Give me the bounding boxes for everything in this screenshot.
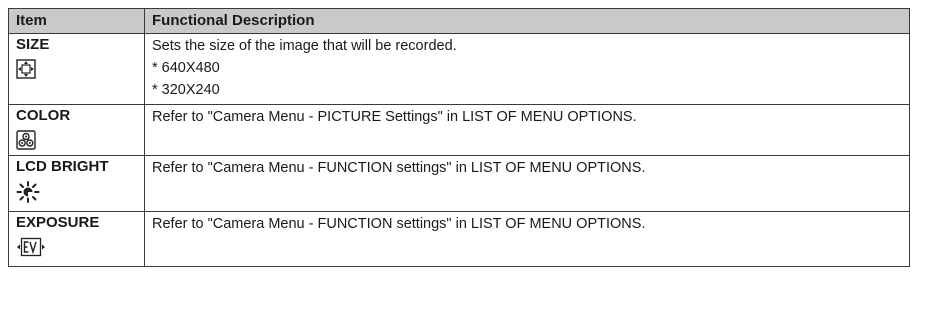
size-icon bbox=[16, 59, 144, 81]
item-cell: COLOR bbox=[8, 104, 145, 156]
description-line: * 640X480 bbox=[152, 60, 220, 76]
item-name: COLOR bbox=[16, 107, 71, 124]
item-cell: SIZE bbox=[8, 33, 145, 105]
table-row: COLOR Refer to "Camera Menu - PICTURE Se… bbox=[8, 104, 910, 156]
table-row: EXPOSURE Refer to "Camera Menu - FUNCTIO… bbox=[8, 211, 910, 267]
lcd-brightness-icon bbox=[16, 181, 144, 203]
table-row: LCD BRIGHT Refer to "Camera Menu - FUNCT… bbox=[8, 155, 910, 212]
color-icon bbox=[16, 130, 144, 152]
description-line: Sets the size of the image that will be … bbox=[152, 38, 457, 54]
description-cell: Refer to "Camera Menu - PICTURE Settings… bbox=[144, 104, 910, 156]
exposure-ev-icon bbox=[16, 237, 144, 259]
description-line: * 320X240 bbox=[152, 82, 220, 98]
menu-options-table: Item Functional Description SIZE Sets th… bbox=[8, 8, 910, 267]
item-name: LCD BRIGHT bbox=[16, 158, 109, 175]
description-line: Refer to "Camera Menu - PICTURE Settings… bbox=[152, 109, 637, 125]
item-cell: LCD BRIGHT bbox=[8, 155, 145, 212]
item-name: SIZE bbox=[16, 36, 50, 53]
table-header-row: Item Functional Description bbox=[8, 8, 910, 34]
item-name: EXPOSURE bbox=[16, 214, 100, 231]
header-functional-description: Functional Description bbox=[144, 8, 910, 34]
description-cell: Refer to "Camera Menu - FUNCTION setting… bbox=[144, 211, 910, 267]
description-line: Refer to "Camera Menu - FUNCTION setting… bbox=[152, 216, 646, 232]
header-item: Item bbox=[8, 8, 145, 34]
description-cell: Refer to "Camera Menu - FUNCTION setting… bbox=[144, 155, 910, 212]
item-cell: EXPOSURE bbox=[8, 211, 145, 267]
description-cell: Sets the size of the image that will be … bbox=[144, 33, 910, 105]
table-row: SIZE Sets the size of the image that wil… bbox=[8, 33, 910, 105]
description-line: Refer to "Camera Menu - FUNCTION setting… bbox=[152, 160, 646, 176]
